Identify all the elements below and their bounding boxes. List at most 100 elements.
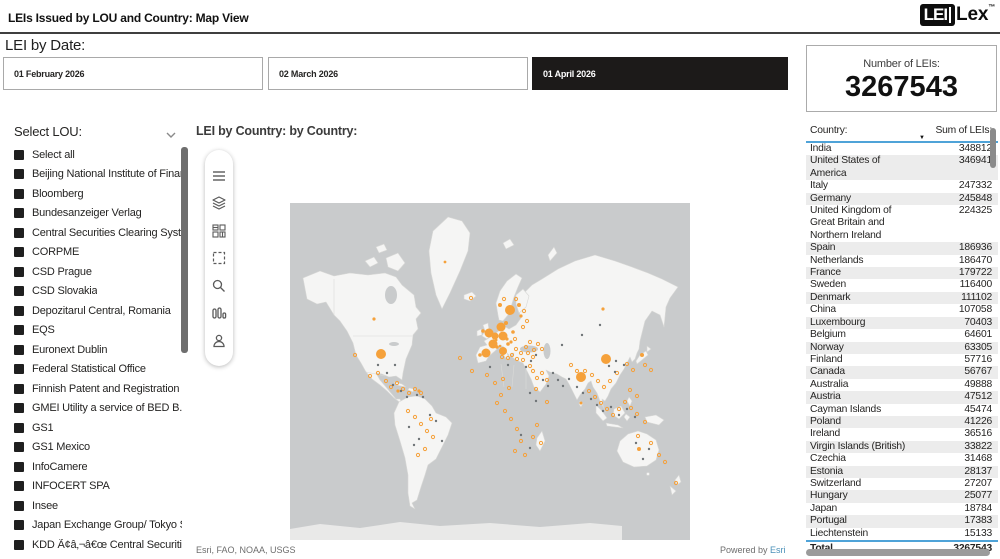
lou-item[interactable]: Federal Statistical Office	[14, 360, 182, 379]
checkbox-checked-icon[interactable]	[14, 325, 24, 335]
lou-item[interactable]: Finnish Patent and Registration Offi...	[14, 379, 182, 398]
checkbox-checked-icon[interactable]	[14, 286, 24, 296]
checkbox-checked-icon[interactable]	[14, 344, 24, 355]
lou-item[interactable]: Select all	[14, 145, 182, 164]
checkbox-checked-icon[interactable]	[14, 149, 24, 160]
basemap-gallery-icon[interactable]	[211, 223, 227, 239]
table-row[interactable]: Norway 63305	[806, 341, 998, 354]
lei-bubble[interactable]	[576, 372, 586, 382]
lei-bubble[interactable]	[481, 348, 491, 358]
lou-item[interactable]: GMEI Utility a service of BED B.V.	[14, 399, 182, 418]
lei-bubble[interactable]	[498, 344, 502, 348]
table-row[interactable]: Italy 247332	[806, 180, 998, 192]
world-map[interactable]	[290, 203, 690, 540]
layers-icon[interactable]	[211, 195, 227, 211]
checkbox-checked-icon[interactable]	[14, 442, 24, 452]
lei-bubble[interactable]	[517, 303, 521, 307]
lei-bubble[interactable]	[481, 329, 485, 333]
table-row[interactable]: Japan 18784	[806, 503, 998, 515]
rectangle-select-icon[interactable]	[211, 250, 227, 266]
lou-item[interactable]: EQS	[14, 321, 182, 340]
lou-item[interactable]: CSD Prague	[14, 262, 182, 281]
table-row[interactable]: Ireland 36516	[806, 428, 998, 440]
lei-bubble[interactable]	[498, 303, 502, 307]
table-row[interactable]: United States of America 346941	[806, 155, 998, 181]
lei-bubble[interactable]	[495, 345, 499, 349]
table-row[interactable]: Liechtenstein 15133	[806, 528, 998, 540]
column-header-sum[interactable]: Sum of LEIs: ▼	[918, 125, 998, 141]
table-row[interactable]: United Kingdom of Great Britain and Nort…	[806, 205, 998, 242]
table-row[interactable]: Belgium 64601	[806, 329, 998, 341]
checkbox-checked-icon[interactable]	[14, 208, 24, 218]
lei-bubble[interactable]	[511, 330, 515, 334]
date-option[interactable]: 02 March 2026	[268, 57, 528, 90]
lei-bubble[interactable]	[496, 322, 506, 332]
lei-bubble[interactable]	[376, 349, 386, 359]
checkbox-checked-icon[interactable]	[14, 227, 24, 238]
table-row[interactable]: Sweden 116400	[806, 279, 998, 291]
lou-item[interactable]: CORPME	[14, 243, 182, 262]
lei-bubble[interactable]	[506, 342, 510, 346]
lou-item[interactable]: Insee	[14, 496, 182, 515]
table-row[interactable]: Poland 41226	[806, 415, 998, 429]
search-icon[interactable]	[211, 278, 227, 294]
lei-bubble[interactable]	[505, 337, 509, 341]
table-row[interactable]: Spain 186936	[806, 242, 998, 255]
checkbox-checked-icon[interactable]	[14, 520, 24, 530]
lei-bubble[interactable]	[492, 336, 496, 340]
table-row[interactable]: Virgin Islands (British) 33822	[806, 440, 998, 454]
lou-item[interactable]	[14, 555, 182, 559]
table-row[interactable]: Denmark 111102	[806, 291, 998, 305]
lei-bubble[interactable]	[396, 389, 400, 393]
table-row[interactable]: Canada 56767	[806, 366, 998, 379]
lei-bubble[interactable]	[640, 353, 644, 357]
charts-icon[interactable]	[211, 305, 227, 321]
lou-item[interactable]: Depozitarul Central, Romania	[14, 301, 182, 320]
checkbox-checked-icon[interactable]	[14, 169, 24, 179]
checkbox-checked-icon[interactable]	[14, 383, 24, 394]
checkbox-checked-icon[interactable]	[14, 500, 24, 511]
table-row[interactable]: India 348812	[806, 143, 998, 155]
lou-item[interactable]: GS1 Mexico	[14, 438, 182, 457]
checkbox-checked-icon[interactable]	[14, 364, 24, 374]
lei-bubble[interactable]	[499, 347, 507, 355]
lou-item[interactable]: Japan Exchange Group/ Tokyo Stoc...	[14, 516, 182, 535]
lei-bubble[interactable]	[505, 305, 515, 315]
lou-item[interactable]: KDD Ã¢â‚¬â€œ Central Securities C...	[14, 535, 182, 554]
user-icon[interactable]	[211, 333, 227, 349]
lou-scrollbar[interactable]	[181, 147, 188, 353]
table-horizontal-scrollbar[interactable]	[806, 549, 990, 556]
checkbox-checked-icon[interactable]	[14, 305, 24, 316]
table-row[interactable]: Netherlands 186470	[806, 255, 998, 267]
lei-bubble[interactable]	[372, 317, 376, 321]
esri-link[interactable]: Esri	[770, 545, 786, 555]
lou-item[interactable]: Beijing National Institute of Financi...	[14, 165, 182, 184]
lou-item[interactable]: INFOCERT SPA	[14, 477, 182, 496]
lei-bubble[interactable]	[637, 447, 641, 451]
table-row[interactable]: Portugal 17383	[806, 515, 998, 528]
lei-bubble[interactable]	[519, 314, 523, 318]
lei-bubble[interactable]	[601, 354, 611, 364]
checkbox-checked-icon[interactable]	[14, 247, 24, 257]
table-row[interactable]: Switzerland 27207	[806, 478, 998, 490]
lou-item[interactable]: Central Securities Clearing System	[14, 223, 182, 242]
table-row[interactable]: Hungary 25077	[806, 490, 998, 503]
table-row[interactable]: France 179722	[806, 267, 998, 280]
checkbox-checked-icon[interactable]	[14, 481, 24, 491]
column-header-country[interactable]: Country:	[806, 125, 918, 140]
lou-item[interactable]: GS1	[14, 418, 182, 437]
checkbox-checked-icon[interactable]	[14, 266, 24, 277]
lei-bubble[interactable]	[504, 321, 508, 325]
checkbox-checked-icon[interactable]	[14, 403, 24, 413]
date-option[interactable]: 01 February 2026	[3, 57, 263, 90]
lou-item[interactable]: Bloomberg	[14, 184, 182, 203]
table-row[interactable]: Australia 49888	[806, 379, 998, 391]
checkbox-checked-icon[interactable]	[14, 461, 24, 472]
table-row[interactable]: Finland 57716	[806, 354, 998, 366]
lou-item[interactable]: InfoCamere	[14, 457, 182, 476]
lou-item[interactable]: Euronext Dublin	[14, 340, 182, 359]
lei-bubble[interactable]	[601, 307, 605, 311]
lei-bubble[interactable]	[478, 353, 482, 357]
lei-bubble[interactable]	[579, 401, 583, 405]
table-row[interactable]: China 107058	[806, 304, 998, 316]
